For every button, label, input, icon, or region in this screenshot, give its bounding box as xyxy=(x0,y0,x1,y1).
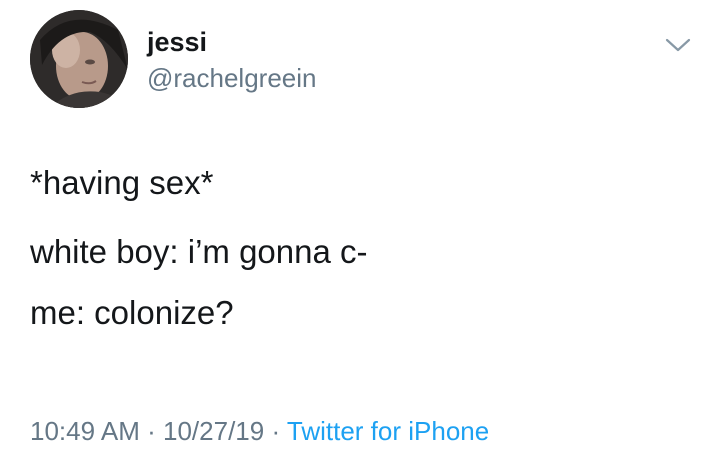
tweet-text-line: me: colonize? xyxy=(30,294,234,331)
profile-photo xyxy=(30,10,128,108)
tweet-date[interactable]: 10/27/19 xyxy=(163,416,264,446)
meta-separator: · xyxy=(271,416,281,446)
tweet-time[interactable]: 10:49 AM xyxy=(30,416,140,446)
meta-separator: · xyxy=(147,416,156,446)
avatar[interactable] xyxy=(30,10,128,108)
tweet-meta: 10:49 AM · 10/27/19 · Twitter for iPhone xyxy=(30,415,489,447)
chevron-down-icon[interactable] xyxy=(664,36,692,54)
display-name[interactable]: jessi xyxy=(147,26,207,58)
user-handle[interactable]: @rachelgreein xyxy=(147,62,316,94)
tweet-text-line: white boy: i’m gonna c- xyxy=(30,233,368,270)
tweet-text-line: *having sex* xyxy=(30,164,214,201)
tweet-source-link[interactable]: Twitter for iPhone xyxy=(287,416,489,446)
tweet-card: jessi @rachelgreein *having sex* white b… xyxy=(0,0,720,453)
